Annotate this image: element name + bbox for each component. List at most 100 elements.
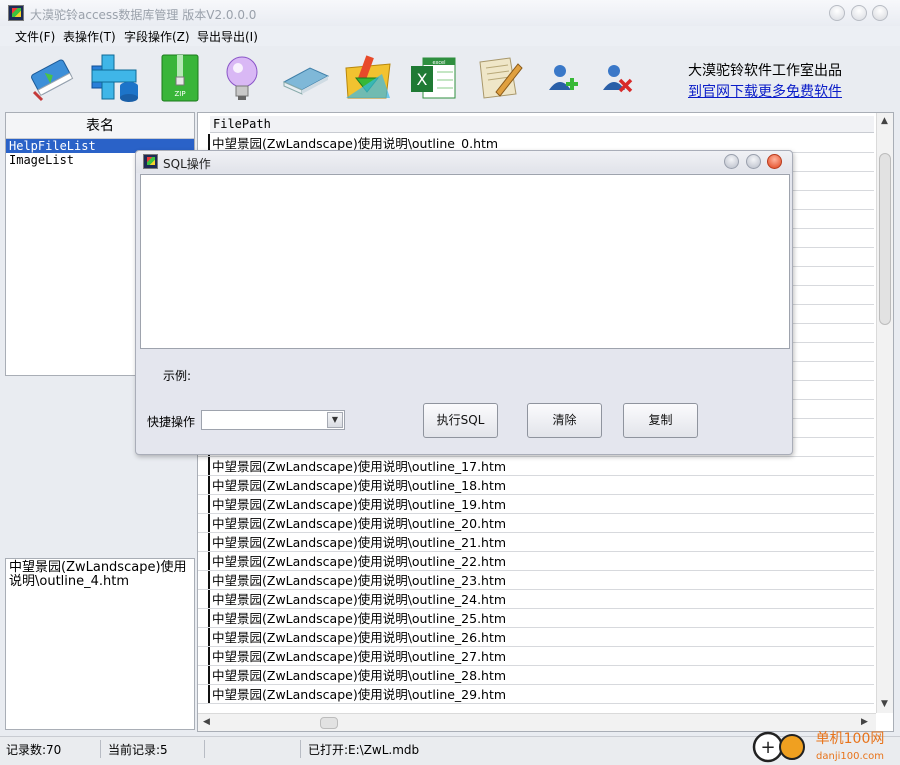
scroll-up-icon[interactable]: ▲ <box>881 116 888 126</box>
status-divider <box>100 740 101 758</box>
cell-filepath[interactable]: 中望景园(ZwLandscape)使用说明\outline_20.htm <box>212 514 506 533</box>
watermark-url: danji100.com <box>816 751 884 762</box>
studio-credit: 大漠驼铃软件工作室出品 <box>688 63 842 79</box>
copy-button[interactable]: 复制 <box>623 403 698 438</box>
dialog-title: SQL操作 <box>163 157 211 171</box>
maximize-button[interactable] <box>851 5 867 21</box>
open-database-icon[interactable] <box>26 52 78 104</box>
row-indicator[interactable] <box>198 476 210 494</box>
vertical-scrollbar[interactable]: ▲ ▼ <box>876 113 893 713</box>
row-indicator[interactable] <box>198 647 210 665</box>
table-row[interactable]: 中望景园(ZwLandscape)使用说明\outline_19.htm <box>198 495 874 514</box>
quick-action-select[interactable]: ▼ <box>201 410 345 430</box>
row-indicator[interactable] <box>198 685 210 703</box>
dialog-title-bar[interactable]: SQL操作 <box>136 151 792 173</box>
status-divider <box>204 740 205 758</box>
dialog-minimize-button[interactable] <box>724 154 739 169</box>
download-more-link[interactable]: 到官网下载更多免费软件 <box>688 81 842 101</box>
compress-zip-icon[interactable]: ZIP <box>154 52 206 104</box>
row-indicator[interactable] <box>198 495 210 513</box>
table-row[interactable]: 中望景园(ZwLandscape)使用说明\outline_26.htm <box>198 628 874 647</box>
row-indicator[interactable] <box>198 552 210 570</box>
column-header-filepath[interactable]: FilePath <box>210 116 874 133</box>
cell-filepath[interactable]: 中望景园(ZwLandscape)使用说明\outline_28.htm <box>212 666 506 685</box>
cell-filepath[interactable]: 中望景园(ZwLandscape)使用说明\outline_21.htm <box>212 533 506 552</box>
table-row[interactable]: 中望景园(ZwLandscape)使用说明\outline_17.htm <box>198 457 874 476</box>
execute-sql-button[interactable]: 执行SQL <box>423 403 498 438</box>
cell-filepath[interactable]: 中望景园(ZwLandscape)使用说明\outline_17.htm <box>212 457 506 476</box>
current-record: 当前记录:5 <box>108 743 168 757</box>
table-row[interactable]: 中望景园(ZwLandscape)使用说明\outline_27.htm <box>198 647 874 666</box>
clear-button[interactable]: 清除 <box>527 403 602 438</box>
table-row[interactable]: 中望景园(ZwLandscape)使用说明\outline_24.htm <box>198 590 874 609</box>
svg-text:X: X <box>417 70 428 89</box>
status-bar: 记录数:70 当前记录:5 已打开:E:\ZwL.mdb + 单机100网 da… <box>0 731 900 765</box>
app-icon <box>8 5 24 21</box>
row-indicator[interactable] <box>198 609 210 627</box>
table-row[interactable]: 中望景园(ZwLandscape)使用说明\outline_20.htm <box>198 514 874 533</box>
watermark-text: 单机100网 <box>816 731 885 747</box>
record-detail-box[interactable]: 中望景园(ZwLandscape)使用说明\outline_4.htm <box>5 558 195 730</box>
menu-table[interactable]: 表操作(T) <box>63 28 116 45</box>
row-indicator[interactable] <box>198 533 210 551</box>
add-user-icon[interactable] <box>546 62 580 96</box>
edit-document-icon[interactable] <box>472 52 524 104</box>
table-row[interactable]: 中望景园(ZwLandscape)使用说明\outline_29.htm <box>198 685 874 704</box>
dialog-close-button[interactable] <box>767 154 782 169</box>
chevron-down-icon[interactable]: ▼ <box>327 412 343 428</box>
svg-text:ZIP: ZIP <box>174 90 185 98</box>
scroll-down-icon[interactable]: ▼ <box>881 699 888 709</box>
window-title: 大漠驼铃access数据库管理 版本V2.0.0.0 <box>30 8 257 22</box>
remove-user-icon[interactable] <box>600 62 634 96</box>
cell-filepath[interactable]: 中望景园(ZwLandscape)使用说明\outline_26.htm <box>212 628 506 647</box>
scroll-left-icon[interactable]: ◀ <box>203 717 210 727</box>
title-bar: 大漠驼铃access数据库管理 版本V2.0.0.0 <box>0 0 900 26</box>
cell-filepath[interactable]: 中望景园(ZwLandscape)使用说明\outline_22.htm <box>212 552 506 571</box>
cell-filepath[interactable]: 中望景园(ZwLandscape)使用说明\outline_27.htm <box>212 647 506 666</box>
table-row[interactable]: 中望景园(ZwLandscape)使用说明\outline_23.htm <box>198 571 874 590</box>
row-indicator[interactable] <box>198 514 210 532</box>
status-divider <box>300 740 301 758</box>
add-table-icon[interactable] <box>89 52 141 104</box>
opened-file: 已打开:E:\ZwL.mdb <box>308 743 420 757</box>
menu-file[interactable]: 文件(F) <box>15 28 55 45</box>
scroll-right-icon[interactable]: ▶ <box>861 717 868 727</box>
quick-action-label: 快捷操作 <box>147 415 196 429</box>
svg-text:+: + <box>760 737 775 758</box>
sql-input[interactable] <box>140 174 790 349</box>
menu-bar: 文件(F) 表操作(T) 字段操作(Z) 导出导出(I) <box>0 26 900 46</box>
dialog-maximize-button[interactable] <box>746 154 761 169</box>
watermark-logo: + 单机100网 danji100.com <box>752 731 885 763</box>
cell-filepath[interactable]: 中望景园(ZwLandscape)使用说明\outline_25.htm <box>212 609 506 628</box>
svg-text:excel: excel <box>432 60 445 66</box>
vertical-scroll-thumb[interactable] <box>879 153 891 325</box>
lightbulb-icon[interactable] <box>216 52 268 104</box>
table-row[interactable]: 中望景园(ZwLandscape)使用说明\outline_21.htm <box>198 533 874 552</box>
table-row[interactable]: 中望景园(ZwLandscape)使用说明\outline_28.htm <box>198 666 874 685</box>
dialog-app-icon <box>143 154 158 169</box>
horizontal-scroll-thumb[interactable] <box>320 717 338 729</box>
row-indicator[interactable] <box>198 457 210 475</box>
cell-filepath[interactable]: 中望景园(ZwLandscape)使用说明\outline_19.htm <box>212 495 506 514</box>
table-row[interactable]: 中望景园(ZwLandscape)使用说明\outline_25.htm <box>198 609 874 628</box>
row-indicator[interactable] <box>198 628 210 646</box>
minimize-button[interactable] <box>829 5 845 21</box>
row-indicator[interactable] <box>198 590 210 608</box>
excel-export-icon[interactable]: excel X <box>407 52 459 104</box>
table-list-header: 表名 <box>6 113 194 139</box>
row-indicator[interactable] <box>198 571 210 589</box>
menu-import-export[interactable]: 导出导出(I) <box>197 28 258 45</box>
book-icon[interactable] <box>280 52 332 104</box>
example-label: 示例: <box>163 369 192 383</box>
cell-filepath[interactable]: 中望景园(ZwLandscape)使用说明\outline_18.htm <box>212 476 506 495</box>
cell-filepath[interactable]: 中望景园(ZwLandscape)使用说明\outline_29.htm <box>212 685 506 704</box>
cell-filepath[interactable]: 中望景园(ZwLandscape)使用说明\outline_23.htm <box>212 571 506 590</box>
table-row[interactable]: 中望景园(ZwLandscape)使用说明\outline_18.htm <box>198 476 874 495</box>
close-button[interactable] <box>872 5 888 21</box>
cell-filepath[interactable]: 中望景园(ZwLandscape)使用说明\outline_24.htm <box>212 590 506 609</box>
sql-dialog: SQL操作 示例: 快捷操作 ▼ 执行SQL 清除 复制 <box>135 150 793 455</box>
import-folder-icon[interactable] <box>342 52 394 104</box>
menu-field[interactable]: 字段操作(Z) <box>124 28 190 45</box>
table-row[interactable]: 中望景园(ZwLandscape)使用说明\outline_22.htm <box>198 552 874 571</box>
row-indicator[interactable] <box>198 666 210 684</box>
